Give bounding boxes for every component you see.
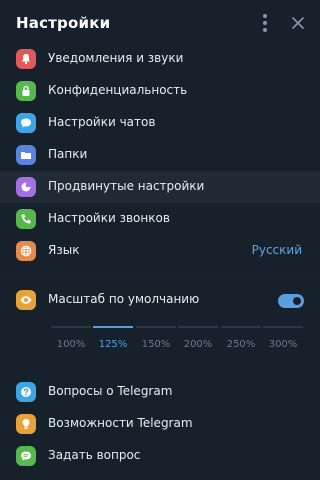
settings-section-help: Вопросы о Telegram Возможности Telegram … — [0, 372, 320, 480]
pie-chart-icon — [16, 177, 36, 197]
row-chat-settings[interactable]: Настройки чатов — [0, 107, 320, 139]
row-folders[interactable]: Папки — [0, 139, 320, 171]
row-label: Конфиденциальность — [48, 83, 188, 97]
row-label: Задать вопрос — [48, 448, 141, 462]
row-label: Масштаб по умолчанию — [48, 292, 200, 306]
row-language[interactable]: Язык Русский — [0, 235, 320, 267]
row-label: Настройки звонков — [48, 211, 170, 225]
scale-segment[interactable] — [221, 326, 261, 328]
globe-icon — [16, 241, 36, 261]
row-label: Папки — [48, 147, 88, 161]
scale-option[interactable]: 100% — [51, 339, 91, 350]
scale-segment[interactable] — [263, 326, 303, 328]
phone-icon — [16, 209, 36, 229]
scale-segment[interactable] — [93, 326, 133, 328]
row-label: Язык — [48, 243, 80, 257]
page-title: Настройки — [16, 14, 111, 32]
settings-section-scale: Масштаб по умолчанию — [0, 280, 320, 364]
row-telegram-features[interactable]: Возможности Telegram — [0, 408, 320, 440]
row-label: Настройки чатов — [48, 115, 156, 129]
row-default-scale[interactable]: Масштаб по умолчанию — [0, 284, 320, 316]
scale-option[interactable]: 200% — [178, 339, 218, 350]
scale-option[interactable]: 300% — [263, 339, 303, 350]
language-value: Русский — [251, 243, 302, 257]
scale-toggle[interactable] — [278, 294, 304, 308]
scale-option-selected[interactable]: 125% — [93, 339, 133, 350]
row-label: Продвинутые настройки — [48, 179, 205, 193]
bell-icon — [16, 49, 36, 69]
scale-segment[interactable] — [136, 326, 176, 328]
chat-bubble-icon — [16, 113, 36, 133]
chat-dots-icon — [16, 446, 36, 466]
scale-segment[interactable] — [178, 326, 218, 328]
lock-icon — [16, 81, 36, 101]
scale-option[interactable]: 250% — [221, 339, 261, 350]
question-icon — [16, 382, 36, 402]
settings-section-main: Уведомления и звуки Конфиденциальность Н… — [0, 46, 320, 272]
row-advanced-settings[interactable]: Продвинутые настройки — [0, 171, 320, 203]
eye-icon — [16, 290, 36, 310]
row-label: Вопросы о Telegram — [48, 384, 173, 398]
close-icon[interactable] — [288, 13, 308, 33]
folder-icon — [16, 145, 36, 165]
row-label: Уведомления и звуки — [48, 51, 184, 65]
row-call-settings[interactable]: Настройки звонков — [0, 203, 320, 235]
lightbulb-icon — [16, 414, 36, 434]
row-notifications[interactable]: Уведомления и звуки — [0, 43, 320, 75]
scale-segment[interactable] — [51, 326, 91, 328]
more-options-icon[interactable] — [258, 12, 272, 34]
row-label: Возможности Telegram — [48, 416, 193, 430]
settings-header: Настройки — [0, 0, 320, 46]
row-ask-question[interactable]: Задать вопрос — [0, 440, 320, 472]
scale-option[interactable]: 150% — [136, 339, 176, 350]
row-telegram-faq[interactable]: Вопросы о Telegram — [0, 376, 320, 408]
row-privacy[interactable]: Конфиденциальность — [0, 75, 320, 107]
